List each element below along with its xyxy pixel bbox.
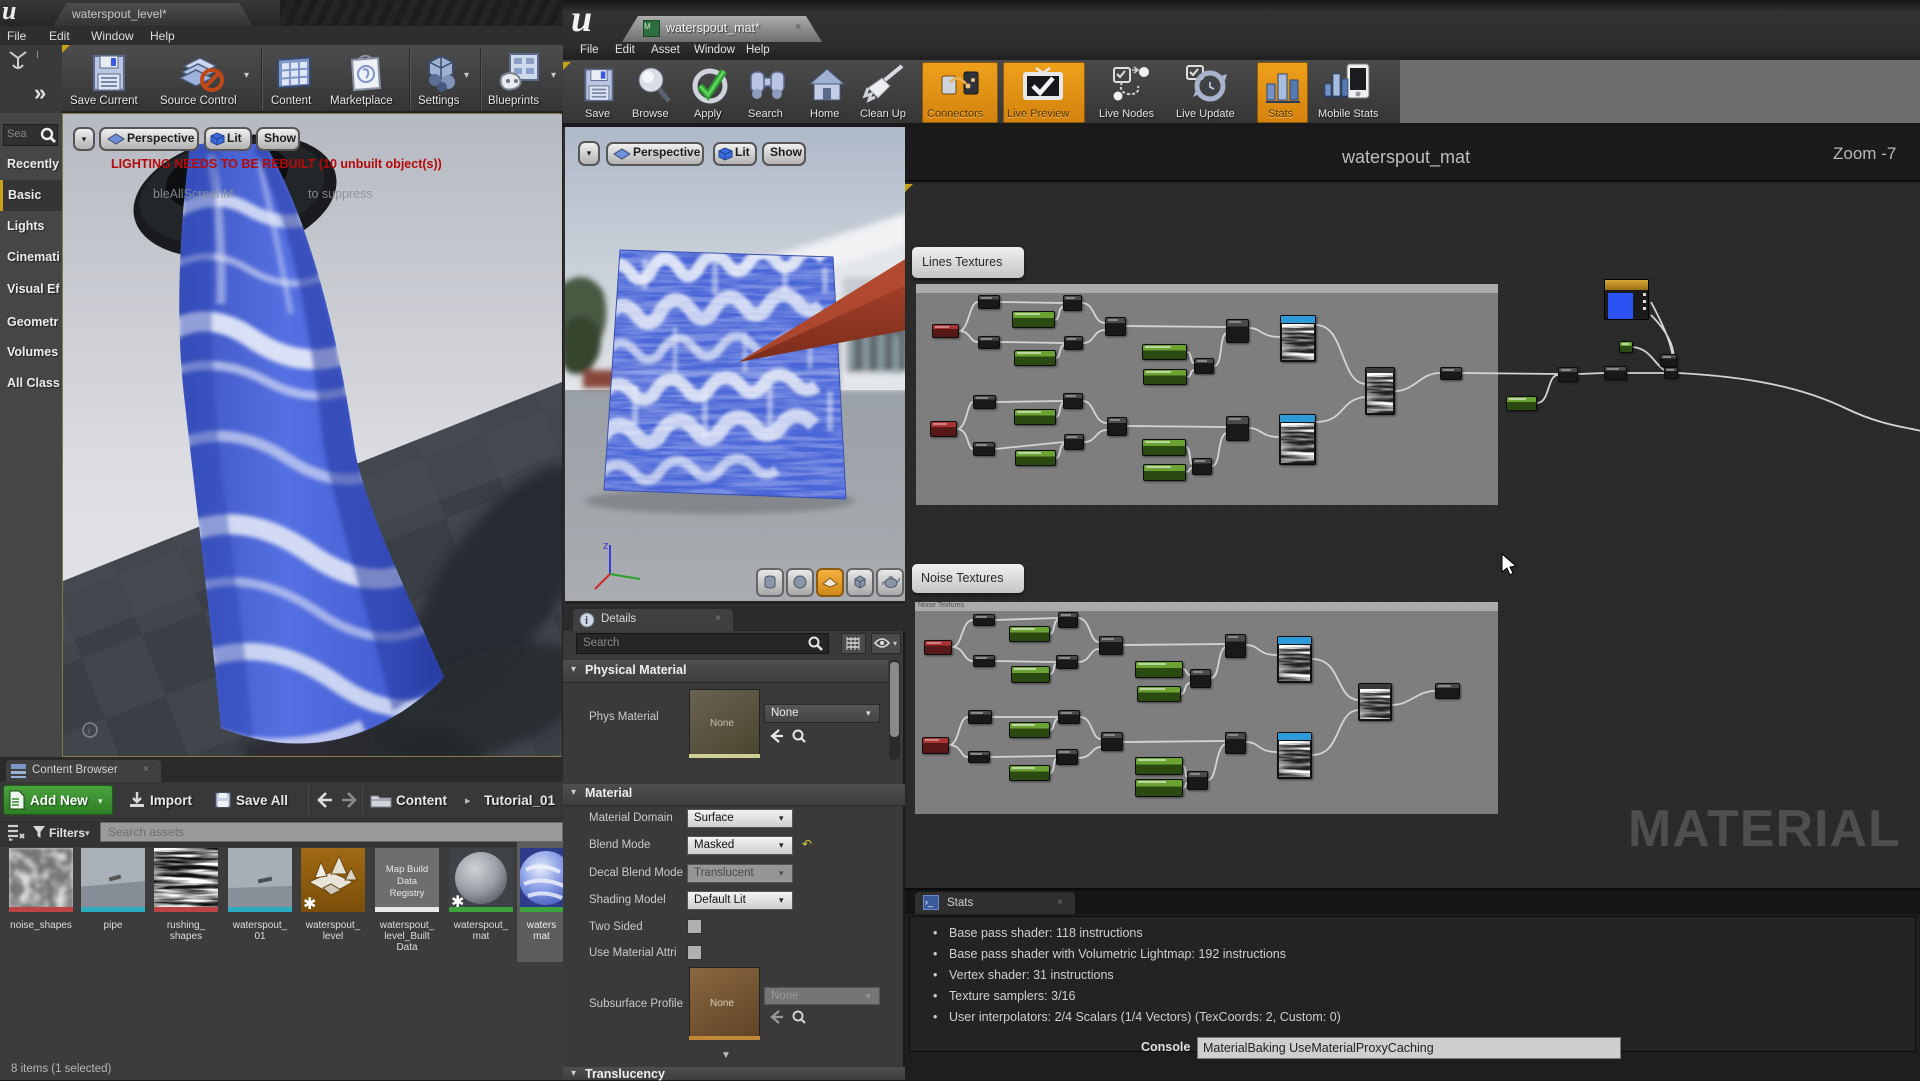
- svg-text:z: z: [603, 540, 609, 552]
- svg-text:i: i: [88, 726, 90, 736]
- svg-text:bleAllScreenM: bleAllScreenM: [153, 187, 234, 201]
- svg-text:to suppress: to suppress: [308, 187, 373, 201]
- svg-text:LIGHTING NEEDS TO BE REBUILT (: LIGHTING NEEDS TO BE REBUILT (10 unbuilt…: [111, 157, 442, 171]
- svg-text:i: i: [585, 615, 588, 627]
